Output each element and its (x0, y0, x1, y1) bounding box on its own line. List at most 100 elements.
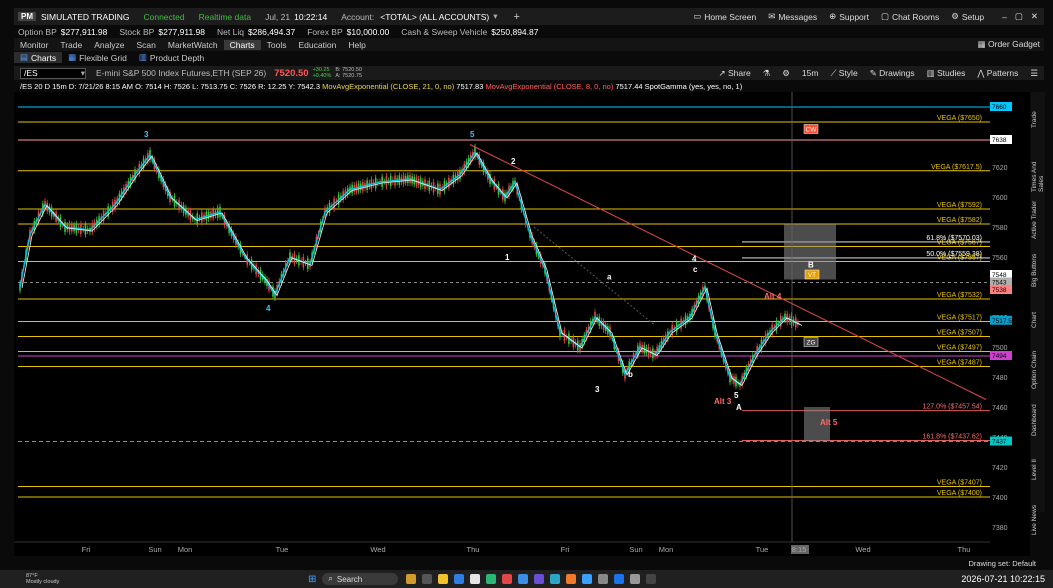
vega-level-label: VEGA ($7487) (937, 360, 982, 367)
vega-level-label: VEGA ($7400) (937, 490, 982, 497)
fib-level-label: 161.8% ($7437.62) (922, 434, 982, 441)
sidebar-item-live-news[interactable]: Live News (1031, 498, 1038, 542)
chat-icon: ▢ (880, 11, 890, 21)
wave-label: 4 (692, 255, 697, 264)
wave-label: 1 (505, 253, 510, 262)
taskbar-app-icon[interactable] (598, 574, 609, 584)
x-tick-label: Sun (629, 545, 642, 554)
menu-scan[interactable]: Scan (130, 40, 161, 50)
sidebar-item-active-trader[interactable]: Active Trader (1031, 198, 1038, 242)
price-change-block: +30.25 +0.40% (312, 67, 332, 79)
taskbar-app-icon[interactable] (486, 574, 497, 584)
chart-info-header: /ES 20 D 15m D: 7/21/26 8:15 AM O: 7514 … (20, 82, 980, 92)
x-tick-label: Fri (561, 545, 570, 554)
close-icon[interactable]: ✕ (1031, 11, 1038, 22)
setup-button[interactable]: ⚙ Setup (951, 11, 984, 22)
wave-label: 3 (595, 385, 600, 394)
account-item-value: $277,911.98 (60, 26, 108, 37)
menu-analyze[interactable]: Analyze (88, 40, 130, 50)
taskbar-app-icon[interactable] (534, 574, 545, 584)
taskbar-app-icon[interactable] (438, 574, 449, 584)
taskbar-app-icon[interactable] (502, 574, 513, 584)
weather-widget[interactable]: 87°F Mostly cloudy (0, 573, 60, 585)
taskbar-app-icon[interactable] (630, 574, 641, 584)
tab-product-depth[interactable]: ▥ Product Depth (133, 52, 210, 63)
patterns-icon: ⋀ (977, 67, 987, 78)
x-tick-label: Sun (148, 545, 161, 554)
menu-trade[interactable]: Trade (54, 40, 88, 50)
sidebar-item-big-buttons[interactable]: Big Buttons (1031, 248, 1038, 292)
y-tick-label: 7600 (992, 195, 1008, 202)
menu-monitor[interactable]: Monitor (14, 40, 54, 50)
studies-button[interactable]: ▥ Studies (927, 68, 966, 79)
patterns-button[interactable]: ⋀ Patterns (977, 68, 1018, 79)
style-icon: ⟋ (830, 67, 839, 78)
menu-tools[interactable]: Tools (261, 40, 293, 50)
taskbar-search[interactable]: ⌕ Search (322, 573, 399, 585)
chart-icon: ▤ (20, 52, 29, 62)
y-tick-label: 7400 (992, 495, 1008, 502)
sidebar-item-chart[interactable]: Chart (1031, 298, 1038, 342)
taskbar-app-icon[interactable] (406, 574, 417, 584)
account-item-label: Option BP (18, 26, 57, 37)
chevron-down-icon[interactable]: ▾ (493, 11, 497, 22)
share-button[interactable]: ↗ Share (719, 68, 751, 79)
flask-icon[interactable]: ⚗ (763, 68, 771, 79)
menu-help[interactable]: Help (342, 40, 371, 50)
maximize-icon[interactable]: ▢ (1015, 11, 1023, 22)
taskbar-app-icon[interactable] (454, 574, 465, 584)
y-tick-label: 7460 (992, 405, 1008, 412)
sidebar-item-times-and-sales[interactable]: Times And Sales (1031, 148, 1045, 192)
price-chart[interactable]: VEGA ($7650) VEGA ($7617.5) VEGA ($7592) VE… (14, 92, 1030, 556)
sidebar-item-trade[interactable]: Trade (1031, 98, 1038, 142)
add-tab-icon[interactable]: + (514, 11, 520, 23)
taskbar-app-icon[interactable] (582, 574, 593, 584)
minimize-icon[interactable]: – (1002, 11, 1007, 22)
wave-label: Alt 5 (820, 418, 838, 427)
price-badge-label: 7638 (992, 137, 1007, 144)
account-selector[interactable]: <TOTAL> (ALL ACCOUNTS) (380, 12, 489, 22)
timeframe-selector[interactable]: 15m (802, 68, 819, 79)
sidebar-item-option-chain[interactable]: Option Chain (1031, 348, 1038, 392)
taskbar-app-icon[interactable] (470, 574, 481, 584)
sidebar-item-level-ii[interactable]: Level II (1031, 448, 1038, 492)
sidebar-item-dashboard[interactable]: Dashboard (1031, 398, 1038, 442)
wave-label: Alt 4 (764, 292, 782, 301)
tab-charts[interactable]: ▤ Charts (14, 52, 63, 63)
menu-icon[interactable]: ☰ (1030, 68, 1038, 79)
price-badge-label: 7538 (992, 287, 1007, 294)
drawings-button[interactable]: ✎ Drawings (870, 68, 915, 79)
account-item-label: Net Liq (217, 26, 244, 37)
chat-rooms-button[interactable]: ▢ Chat Rooms (881, 11, 939, 22)
date-label: Jul, 21 (265, 11, 291, 22)
taskbar-app-icon[interactable] (646, 574, 657, 584)
os-taskbar: 87°F Mostly cloudy ⊞ ⌕ Search 2026-07-21 1… (0, 570, 1053, 588)
realtime-status: Realtime data (198, 11, 252, 22)
gear-icon[interactable]: ⚙ (782, 68, 790, 79)
vega-level-label: VEGA ($7407) (937, 480, 982, 487)
x-tick-label: Wed (855, 545, 870, 554)
windows-start-icon[interactable]: ⊞ (308, 574, 316, 585)
tab-flexible-grid[interactable]: ▦ Flexible Grid (62, 52, 133, 63)
style-button[interactable]: ⟋ Style (830, 68, 857, 79)
taskbar-app-icon[interactable] (550, 574, 561, 584)
taskbar-app-icon[interactable] (518, 574, 529, 584)
order-gadget-button[interactable]: ▦ Order Gadget (978, 39, 1040, 50)
y-tick-label: 7380 (992, 525, 1008, 532)
drawing-bar: Drawing set: Default (14, 557, 1044, 569)
taskbar-app-icon[interactable] (566, 574, 577, 584)
vega-level-label: VEGA ($7517) (937, 315, 982, 322)
taskbar-app-icon[interactable] (422, 574, 433, 584)
taskbar-app-icon[interactable] (614, 574, 625, 584)
support-button[interactable]: ⊕ Support (829, 11, 869, 22)
menu-charts[interactable]: Charts (223, 39, 261, 50)
menu-education[interactable]: Education (293, 40, 343, 50)
wave-label: A (736, 403, 742, 412)
menu-marketwatch[interactable]: MarketWatch (162, 40, 224, 50)
home-screen-button[interactable]: ▭ Home Screen (693, 11, 756, 22)
title-bar: PM SIMULATED TRADING Connected Realtime … (14, 8, 1044, 25)
symbol-input[interactable]: /ES ▾ (20, 67, 86, 79)
chevron-down-icon[interactable]: ▾ (81, 68, 85, 79)
messages-button[interactable]: ✉ Messages (768, 11, 817, 22)
drawing-set-selector[interactable]: Drawing set: Default (968, 559, 1036, 568)
